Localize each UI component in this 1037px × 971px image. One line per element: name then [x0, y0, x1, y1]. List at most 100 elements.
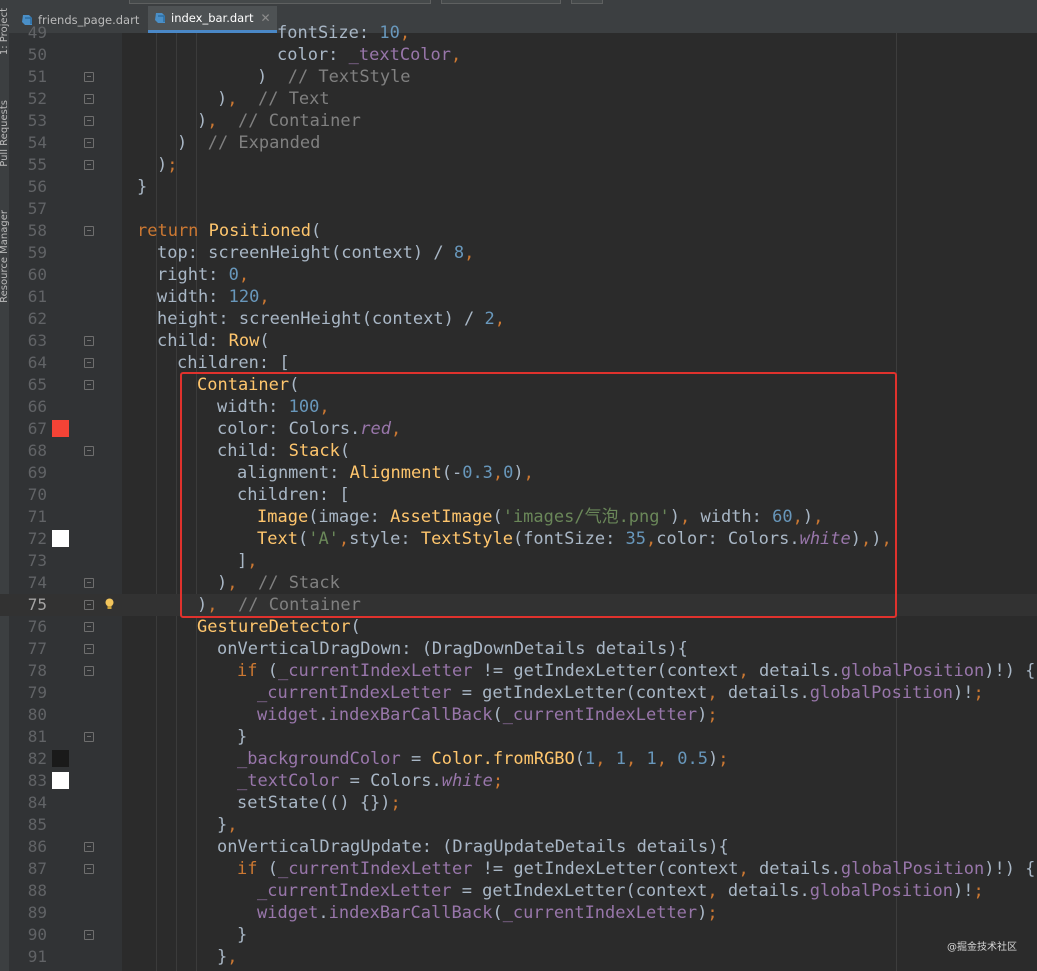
color-swatch-red[interactable] — [52, 420, 69, 437]
line-number: 81 — [27, 727, 47, 746]
code-text: _currentIndexLetter = getIndexLetter(con… — [257, 683, 984, 703]
fold-icon[interactable] — [84, 666, 94, 676]
line-number: 50 — [27, 45, 47, 64]
code-line[interactable]: 55); — [0, 154, 1037, 176]
fold-icon[interactable] — [84, 380, 94, 390]
code-text: height: screenHeight(context) / 2, — [157, 309, 506, 329]
code-line[interactable]: 88 _currentIndexLetter = getIndexLetter(c… — [0, 880, 1037, 902]
code-line[interactable]: 58 return Positioned( — [0, 220, 1037, 242]
fold-icon[interactable] — [84, 600, 94, 610]
line-number: 55 — [27, 155, 47, 174]
code-line[interactable]: 49 fontSize: 10, — [0, 22, 1037, 44]
fold-icon[interactable] — [84, 578, 94, 588]
code-line[interactable]: 63 child: Row( — [0, 330, 1037, 352]
code-line[interactable]: 64 children: [ — [0, 352, 1037, 374]
fold-icon[interactable] — [84, 138, 94, 148]
code-line[interactable]: 53), // Container — [0, 110, 1037, 132]
code-text: onVerticalDragUpdate: (DragUpdateDetails… — [217, 837, 729, 857]
code-line[interactable]: 51) // TextStyle — [0, 66, 1037, 88]
toolbar-fragment — [571, 0, 603, 4]
code-text: _currentIndexLetter = getIndexLetter(con… — [257, 881, 984, 901]
line-number: 76 — [27, 617, 47, 636]
line-number: 67 — [27, 419, 47, 438]
line-number: 74 — [27, 573, 47, 592]
line-number: 66 — [27, 397, 47, 416]
code-text: onVerticalDragDown: (DragDownDetails det… — [217, 639, 688, 659]
code-line[interactable]: 57 — [0, 198, 1037, 220]
toolbar-fragment — [441, 0, 561, 4]
code-text: if (_currentIndexLetter != getIndexLette… — [237, 859, 1036, 879]
code-text: if (_currentIndexLetter != getIndexLette… — [237, 661, 1036, 681]
lightbulb-icon[interactable] — [104, 598, 115, 610]
line-number: 86 — [27, 837, 47, 856]
line-number: 63 — [27, 331, 47, 350]
code-line[interactable]: 85}, — [0, 814, 1037, 836]
code-line[interactable]: 86 onVerticalDragUpdate: (DragUpdateDetai… — [0, 836, 1037, 858]
color-swatch-white[interactable] — [52, 772, 69, 789]
fold-icon[interactable] — [84, 930, 94, 940]
code-line[interactable]: 83 _textColor = Colors.white; — [0, 770, 1037, 792]
code-line[interactable]: 84 setState(() {}); — [0, 792, 1037, 814]
line-number: 89 — [27, 903, 47, 922]
code-line[interactable]: 82 _backgroundColor = Color.fromRGBO(1, 1… — [0, 748, 1037, 770]
line-number: 72 — [27, 529, 47, 548]
code-line[interactable]: 50 color: _textColor, — [0, 44, 1037, 66]
code-line[interactable]: 80 widget.indexBarCallBack(_currentIndexL… — [0, 704, 1037, 726]
line-number: 75 — [27, 595, 47, 614]
code-line[interactable]: 59 top: screenHeight(context) / 8, — [0, 242, 1037, 264]
fold-icon[interactable] — [84, 94, 94, 104]
code-line[interactable]: 81} — [0, 726, 1037, 748]
code-line[interactable]: 60 right: 0, — [0, 264, 1037, 286]
code-text: ), // Container — [197, 111, 361, 131]
code-line[interactable]: 77 onVerticalDragDown: (DragDownDetails d… — [0, 638, 1037, 660]
line-number: 79 — [27, 683, 47, 702]
code-text: setState(() {}); — [237, 793, 401, 813]
line-number: 51 — [27, 67, 47, 86]
line-number: 90 — [27, 925, 47, 944]
code-line[interactable]: 78 if (_currentIndexLetter != getIndexLet… — [0, 660, 1037, 682]
code-line[interactable]: 54) // Expanded — [0, 132, 1037, 154]
code-line[interactable]: 89 widget.indexBarCallBack(_currentIndexL… — [0, 902, 1037, 924]
line-number: 62 — [27, 309, 47, 328]
code-text: children: [ — [177, 353, 290, 373]
code-line[interactable]: 62 height: screenHeight(context) / 2, — [0, 308, 1037, 330]
fold-icon[interactable] — [84, 160, 94, 170]
code-line[interactable]: 61 width: 120, — [0, 286, 1037, 308]
fold-icon[interactable] — [84, 226, 94, 236]
code-line[interactable]: 76 GestureDetector( — [0, 616, 1037, 638]
code-text: return Positioned( — [137, 221, 322, 241]
line-number: 73 — [27, 551, 47, 570]
fold-icon[interactable] — [84, 72, 94, 82]
code-line[interactable]: 56} — [0, 176, 1037, 198]
line-number: 69 — [27, 463, 47, 482]
line-number: 68 — [27, 441, 47, 460]
line-number: 85 — [27, 815, 47, 834]
code-line[interactable]: 91}, — [0, 946, 1037, 968]
fold-icon[interactable] — [84, 864, 94, 874]
line-number: 49 — [27, 23, 47, 42]
code-line[interactable]: 79 _currentIndexLetter = getIndexLetter(c… — [0, 682, 1037, 704]
line-number: 78 — [27, 661, 47, 680]
code-line[interactable]: 90} — [0, 924, 1037, 946]
fold-icon[interactable] — [84, 336, 94, 346]
color-swatch-white[interactable] — [52, 530, 69, 547]
code-text: widget.indexBarCallBack(_currentIndexLet… — [257, 903, 718, 923]
toolbar-fragment — [129, 0, 431, 4]
fold-icon[interactable] — [84, 732, 94, 742]
line-number: 71 — [27, 507, 47, 526]
line-number: 61 — [27, 287, 47, 306]
line-number: 65 — [27, 375, 47, 394]
fold-icon[interactable] — [84, 622, 94, 632]
code-line[interactable]: 87 if (_currentIndexLetter != getIndexLet… — [0, 858, 1037, 880]
code-line[interactable]: 52), // Text — [0, 88, 1037, 110]
code-text: fontSize: 10, — [277, 23, 411, 43]
fold-icon[interactable] — [84, 446, 94, 456]
fold-icon[interactable] — [84, 842, 94, 852]
code-text: color: _textColor, — [277, 45, 462, 65]
fold-icon[interactable] — [84, 116, 94, 126]
code-text: } — [237, 925, 248, 945]
line-number: 52 — [27, 89, 47, 108]
fold-icon[interactable] — [84, 358, 94, 368]
color-swatch-black[interactable] — [52, 750, 69, 767]
fold-icon[interactable] — [84, 644, 94, 654]
